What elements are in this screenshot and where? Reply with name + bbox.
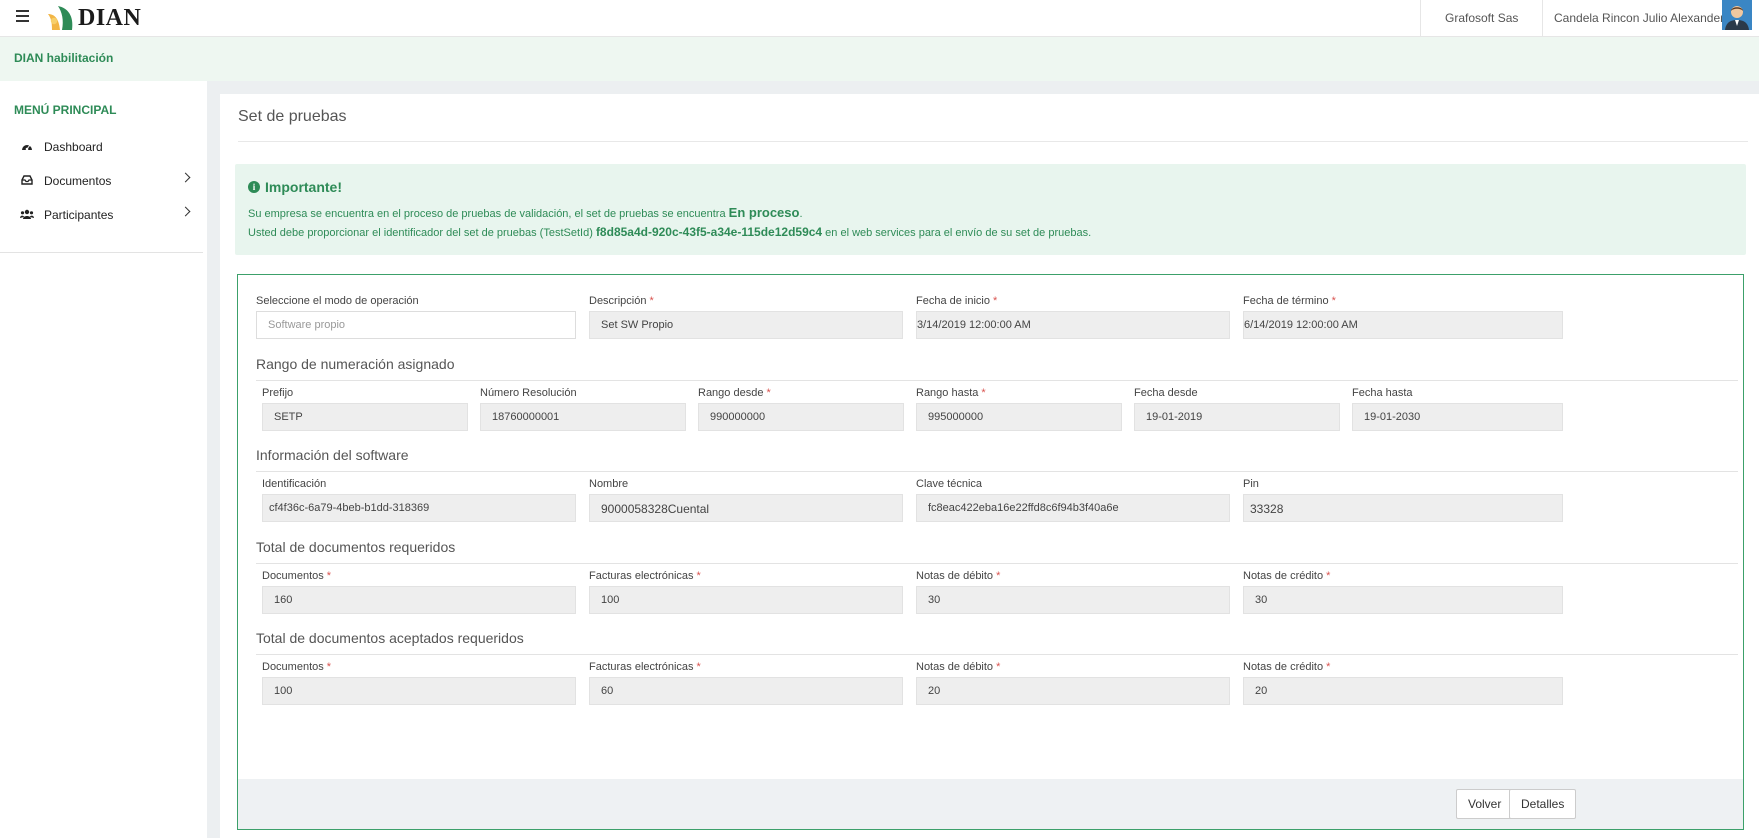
software-name-field[interactable]: 9000058328Cuental [589, 494, 903, 522]
section-divider [256, 471, 1738, 472]
dian-emblem-icon [48, 6, 73, 30]
identification-field[interactable]: cf4f36c-6a79-4beb-b1dd-318369 [262, 494, 576, 522]
required-invoices-field[interactable]: 100 [589, 586, 903, 614]
pin-label: Pin [1243, 478, 1259, 490]
end-date-field[interactable]: 6/14/2019 12:00:00 AM [1243, 311, 1563, 339]
resolution-label: Número Resolución [480, 387, 577, 399]
details-button[interactable]: Detalles [1509, 789, 1577, 819]
sidebar: MENÚ PRINCIPAL Dashboard Documentos Part… [0, 81, 207, 838]
user-avatar-icon [1722, 0, 1752, 30]
required-credit-notes-label: Notas de crédito * [1243, 570, 1331, 582]
sidebar-item-label: Participantes [44, 208, 114, 222]
accepted-credit-notes-label: Notas de crédito * [1243, 661, 1331, 673]
form-footer: Volver Detalles [238, 779, 1743, 829]
test-set-form: Seleccione el modo de operación Software… [237, 274, 1744, 830]
hamburger-menu-icon[interactable] [16, 10, 29, 24]
date-to-label: Fecha hasta [1352, 387, 1413, 399]
important-alert: i Importante! Su empresa se encuentra en… [235, 164, 1746, 255]
accepted-invoices-label: Facturas electrónicas * [589, 661, 701, 673]
required-section-title: Total de documentos requeridos [256, 539, 456, 555]
date-from-field[interactable]: 19-01-2019 [1134, 403, 1340, 431]
required-credit-notes-field[interactable]: 30 [1243, 586, 1563, 614]
pin-field[interactable]: 33328 [1243, 494, 1563, 522]
description-field[interactable]: Set SW Propio [589, 311, 903, 339]
required-documents-field[interactable]: 160 [262, 586, 576, 614]
accepted-invoices-field[interactable]: 60 [589, 677, 903, 705]
logo-text: DIAN [78, 4, 142, 31]
alert-heading: i Importante! [248, 179, 342, 195]
alert-heading-text: Importante! [265, 179, 342, 195]
dian-logo[interactable]: DIAN [44, 4, 141, 32]
range-from-field[interactable]: 990000000 [698, 403, 904, 431]
accepted-documents-field[interactable]: 100 [262, 677, 576, 705]
main-content: Set de pruebas i Importante! Su empresa … [220, 94, 1759, 838]
alert-status-line: Su empresa se encuentra en el proceso de… [248, 205, 803, 220]
environment-title[interactable]: DIAN habilitación [14, 51, 113, 65]
accepted-debit-notes-label: Notas de débito * [916, 661, 1001, 673]
date-from-label: Fecha desde [1134, 387, 1198, 399]
software-section-title: Información del software [256, 447, 409, 463]
alert-status-text: Su empresa se encuentra en el proceso de… [248, 208, 726, 220]
company-name[interactable]: Grafosoft Sas [1420, 0, 1544, 36]
start-date-label: Fecha de inicio * [916, 295, 998, 307]
date-to-field[interactable]: 19-01-2030 [1352, 403, 1563, 431]
dashboard-icon [20, 141, 34, 154]
sidebar-divider [0, 252, 203, 253]
sidebar-item-label: Dashboard [44, 140, 103, 154]
alert-testsetid-end: en el web services para el envío de su s… [825, 227, 1092, 239]
range-to-label: Rango hasta * [916, 387, 986, 399]
chevron-right-icon [180, 206, 191, 217]
back-button[interactable]: Volver [1456, 789, 1514, 819]
page-title: Set de pruebas [238, 108, 347, 125]
required-invoices-label: Facturas electrónicas * [589, 570, 701, 582]
top-header: DIAN Grafosoft Sas Candela Rincon Julio … [0, 0, 1759, 37]
sidebar-item-dashboard[interactable]: Dashboard [0, 132, 207, 162]
identification-label: Identificación [262, 478, 327, 490]
operation-mode-select[interactable]: Software propio [256, 311, 576, 339]
avatar[interactable] [1722, 0, 1752, 30]
accepted-debit-notes-field[interactable]: 20 [916, 677, 1230, 705]
test-set-id[interactable]: f8d85a4d-920c-43f5-a34e-115de12d59c4 [596, 225, 822, 239]
sidebar-item-documentos[interactable]: Documentos [0, 166, 207, 196]
range-section-title: Rango de numeración asignado [256, 356, 455, 372]
range-from-label: Rango desde * [698, 387, 771, 399]
prefix-field[interactable]: SETP [262, 403, 468, 431]
environment-strip: DIAN habilitación [0, 37, 1759, 81]
user-name[interactable]: Candela Rincon Julio Alexander [1554, 0, 1724, 36]
section-divider [256, 380, 1738, 381]
section-divider [256, 654, 1738, 655]
status-badge: En proceso [728, 205, 800, 220]
section-divider [256, 563, 1738, 564]
required-debit-notes-field[interactable]: 30 [916, 586, 1230, 614]
mode-label: Seleccione el modo de operación [256, 295, 419, 307]
required-debit-notes-label: Notas de débito * [916, 570, 1001, 582]
users-icon [20, 209, 34, 222]
software-name-label: Nombre [589, 478, 629, 490]
info-icon: i [248, 181, 260, 193]
chevron-right-icon [180, 172, 191, 183]
start-date-field[interactable]: 3/14/2019 12:00:00 AM [916, 311, 1230, 339]
technical-key-field[interactable]: fc8eac422eba16e22ffd8c6f94b3f40a6e [916, 494, 1230, 522]
alert-testsetid-text: Usted debe proporcionar el identificador… [248, 227, 593, 239]
sidebar-item-participantes[interactable]: Participantes [0, 200, 207, 230]
accepted-documents-label: Documentos * [262, 661, 332, 673]
technical-key-label: Clave técnica [916, 478, 983, 490]
range-to-field[interactable]: 995000000 [916, 403, 1122, 431]
accepted-section-title: Total de documentos aceptados requeridos [256, 630, 524, 646]
prefix-label: Prefijo [262, 387, 294, 399]
alert-status-end: . [799, 208, 803, 220]
title-divider [238, 141, 1748, 142]
sidebar-item-label: Documentos [44, 174, 112, 188]
end-date-label: Fecha de término * [1243, 295, 1336, 307]
required-documents-label: Documentos * [262, 570, 332, 582]
accepted-credit-notes-field[interactable]: 20 [1243, 677, 1563, 705]
menu-header: MENÚ PRINCIPAL [14, 103, 117, 117]
inbox-icon [20, 174, 34, 188]
resolution-field[interactable]: 18760000001 [480, 403, 686, 431]
description-label: Descripción * [589, 295, 654, 307]
alert-testsetid-line: Usted debe proporcionar el identificador… [248, 225, 1091, 239]
